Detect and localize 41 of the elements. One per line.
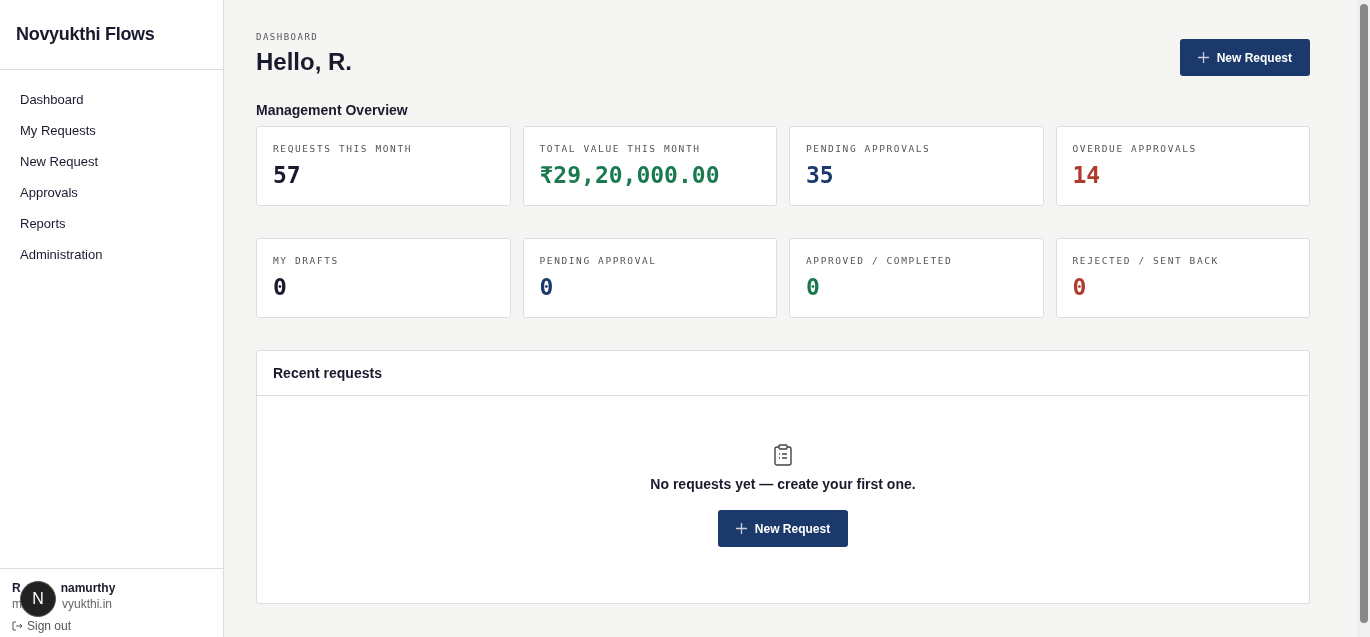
stat-value: 35 <box>806 162 835 188</box>
sign-out-link[interactable]: Sign out <box>12 619 211 633</box>
stat-label: PENDING APPROVALS <box>806 143 932 154</box>
stat-value: 57 <box>273 162 302 188</box>
stat-value: ₹29,20,000.00 <box>539 162 721 188</box>
stat-label: TOTAL VALUE THIS MONTH <box>539 143 702 154</box>
nav-item[interactable]: Dashboard <box>12 84 211 115</box>
stat-value: 14 <box>1072 162 1102 188</box>
stat-value: 0 <box>539 274 555 300</box>
page-eyebrow: DASHBOARD <box>256 32 320 42</box>
stat-label: APPROVED / COMPLETED <box>806 255 954 266</box>
plus-icon <box>1197 52 1209 63</box>
stat-label: REJECTED / SENT BACK <box>1072 255 1220 266</box>
stat-label: REQUESTS THIS MONTH <box>273 143 414 154</box>
stat-label: PENDING APPROVAL <box>539 255 658 266</box>
page-title: Hello, R. <box>256 48 352 76</box>
panel-title: Recent requests <box>257 351 1309 396</box>
nav-item[interactable]: Reports <box>12 208 211 239</box>
clipboard-icon <box>774 444 792 466</box>
new-request-button[interactable]: New Request <box>717 510 849 547</box>
section-title: Management Overview <box>256 102 409 118</box>
user-name: namurthy <box>60 581 116 595</box>
nav-item[interactable]: New Request <box>12 146 211 177</box>
stat-value: 0 <box>806 274 821 300</box>
stat-label: MY DRAFTS <box>273 255 340 266</box>
user-email: vyukthi.in <box>62 597 113 611</box>
scrollbar[interactable] <box>1357 0 1370 637</box>
avatar-badge[interactable]: N <box>20 581 56 617</box>
stat-value: 0 <box>273 274 288 300</box>
plus-icon <box>735 523 747 534</box>
nav-item[interactable]: Administration <box>12 239 211 270</box>
user-name: R <box>12 581 21 595</box>
stat-value: 0 <box>1072 274 1088 300</box>
sign-out-icon <box>12 621 23 631</box>
user-email: m <box>12 597 22 611</box>
new-request-button[interactable]: New Request <box>1179 39 1310 76</box>
stat-label: OVERDUE APPROVALS <box>1072 143 1198 154</box>
nav-item[interactable]: My Requests <box>12 115 211 146</box>
app-brand: Novyukthi Flows <box>0 0 223 70</box>
nav-item[interactable]: Approvals <box>12 177 211 208</box>
empty-message: No requests yet — create your first one. <box>650 476 916 492</box>
